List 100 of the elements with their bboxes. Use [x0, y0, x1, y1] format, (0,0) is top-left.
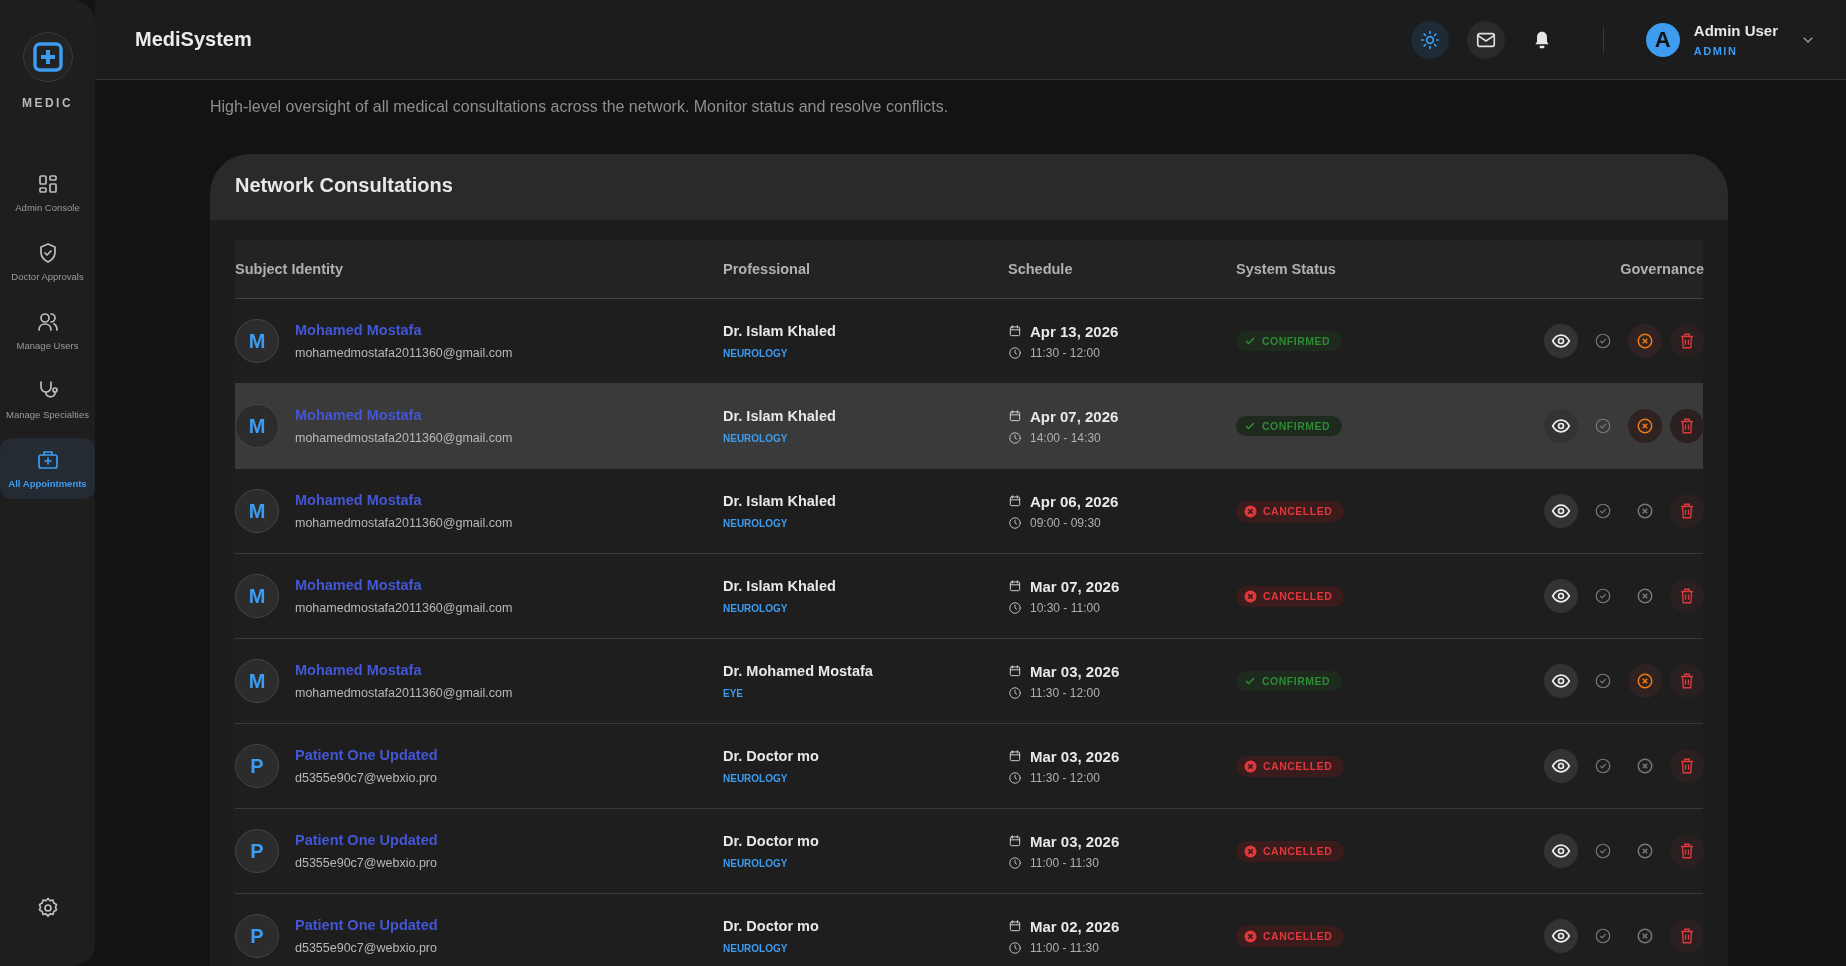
specialty-label: NEUROLOGY: [723, 518, 789, 529]
x-circle-icon: [1636, 672, 1654, 690]
table-row[interactable]: P Patient One Updated d5355e90c7@webxio.pro Dr. Doctor mo NEUROLOGY Mar 03, 2026 11:30 - 12:00 CANCELLED: [235, 724, 1703, 809]
theme-toggle-button[interactable]: [1410, 20, 1449, 59]
calendar-icon: [1008, 919, 1022, 933]
view-button[interactable]: [1544, 324, 1578, 358]
calendar-icon: [1008, 749, 1022, 763]
sidebar-item[interactable]: Manage Specialties: [0, 369, 95, 430]
status-badge: CONFIRMED: [1236, 331, 1343, 351]
appointment-date: Apr 13, 2026: [1030, 322, 1119, 340]
sidebar-item[interactable]: Manage Users: [0, 300, 95, 361]
brand-name: MEDIC: [21, 96, 74, 110]
calendar-icon: [1008, 579, 1022, 593]
delete-button[interactable]: [1670, 324, 1704, 358]
eye-icon: [1551, 586, 1571, 606]
delete-button[interactable]: [1670, 834, 1704, 868]
x-circle-icon: [1636, 332, 1654, 350]
clock-icon: [1008, 430, 1022, 445]
view-button[interactable]: [1544, 919, 1578, 953]
card-title: Network Consultations: [210, 154, 1728, 220]
delete-button[interactable]: [1670, 664, 1704, 698]
patient-avatar: M: [235, 659, 279, 703]
logo-icon: [22, 32, 73, 82]
table-row[interactable]: M Mohamed Mostafa mohamedmostafa2011360@gmail.com Dr. Islam Khaled NEUROLOGY Mar 07, 2026 10:30 - 11:00 CANCELLED: [235, 554, 1703, 639]
doctor-name: Dr. Islam Khaled: [723, 578, 837, 594]
table-row[interactable]: M Mohamed Mostafa mohamedmostafa2011360@gmail.com Dr. Islam Khaled NEUROLOGY Apr 06, 2026 09:00 - 09:30 CANCELLED: [235, 469, 1703, 554]
eye-icon: [1551, 926, 1571, 946]
patient-name: Patient One Updated: [295, 917, 438, 933]
delete-button[interactable]: [1670, 579, 1704, 613]
eye-icon: [1551, 416, 1571, 436]
specialty-label: NEUROLOGY: [723, 858, 789, 869]
cancel-button[interactable]: [1628, 664, 1662, 698]
patient-name: Patient One Updated: [295, 747, 438, 763]
specialty-label: NEUROLOGY: [723, 433, 789, 444]
user-avatar: A: [1645, 22, 1680, 57]
patient-email: d5355e90c7@webxio.pro: [295, 771, 438, 785]
appointment-date: Mar 07, 2026: [1030, 577, 1120, 595]
patient-avatar: P: [235, 914, 279, 958]
table-row[interactable]: P Patient One Updated d5355e90c7@webxio.pro Dr. Doctor mo NEUROLOGY Mar 02, 2026 11:00 - 11:30 CANCELLED: [235, 894, 1703, 966]
trash-icon: [1678, 927, 1696, 945]
patient-email: mohamedmostafa2011360@gmail.com: [295, 516, 513, 530]
doctor-name: Dr. Islam Khaled: [723, 408, 837, 424]
patient-name: Mohamed Mostafa: [295, 577, 423, 593]
patient-name: Mohamed Mostafa: [295, 492, 423, 508]
app-title: MediSystem: [135, 28, 252, 51]
x-circle-icon: [1244, 589, 1257, 603]
delete-button[interactable]: [1670, 749, 1704, 783]
view-button[interactable]: [1544, 834, 1578, 868]
user-name: Admin User: [1693, 22, 1778, 39]
check-circle-icon: [1594, 587, 1612, 605]
x-circle-icon: [1636, 502, 1654, 520]
appointment-time: 09:00 - 09:30: [1030, 515, 1101, 530]
table-row[interactable]: M Mohamed Mostafa mohamedmostafa2011360@gmail.com Dr. Islam Khaled NEUROLOGY Apr 07, 2026 14:00 - 14:30 CONFIRMED: [235, 384, 1703, 469]
table-row[interactable]: M Mohamed Mostafa mohamedmostafa2011360@gmail.com Dr. Mohamed Mostafa EYE Mar 03, 2026 11:30 - 12:00 CONFIRMED: [235, 639, 1703, 724]
doctor-name: Dr. Islam Khaled: [723, 323, 837, 339]
patient-name: Mohamed Mostafa: [295, 662, 423, 678]
sidebar-item[interactable]: Doctor Approvals: [0, 231, 95, 292]
check-circle-icon: [1594, 417, 1612, 435]
appointment-date: Mar 03, 2026: [1030, 662, 1120, 680]
delete-button[interactable]: [1670, 919, 1704, 953]
patient-avatar: M: [235, 574, 279, 618]
medical-kit-icon: [35, 448, 60, 472]
eye-icon: [1551, 501, 1571, 521]
trash-icon: [1678, 757, 1696, 775]
cancel-button[interactable]: [1628, 409, 1662, 443]
specialty-label: NEUROLOGY: [723, 348, 789, 359]
patient-email: mohamedmostafa2011360@gmail.com: [295, 686, 513, 700]
check-circle-icon: [1594, 332, 1612, 350]
appointment-time: 11:30 - 12:00: [1030, 685, 1100, 700]
patient-name: Patient One Updated: [295, 832, 438, 848]
delete-button[interactable]: [1670, 409, 1704, 443]
eye-icon: [1551, 756, 1571, 776]
view-button[interactable]: [1544, 579, 1578, 613]
sidebar-item[interactable]: All Appointments: [0, 438, 95, 499]
clock-icon: [1008, 770, 1022, 785]
trash-icon: [1678, 842, 1696, 860]
appointment-date: Apr 07, 2026: [1030, 407, 1119, 425]
patient-name: Mohamed Mostafa: [295, 322, 423, 338]
sidebar-item[interactable]: Admin Console: [0, 162, 95, 223]
x-circle-icon: [1636, 757, 1654, 775]
appointment-time: 11:00 - 11:30: [1030, 855, 1099, 870]
patient-name: Mohamed Mostafa: [295, 407, 423, 423]
delete-button[interactable]: [1670, 494, 1704, 528]
doctor-name: Dr. Mohamed Mostafa: [723, 663, 874, 679]
table-row[interactable]: P Patient One Updated d5355e90c7@webxio.pro Dr. Doctor mo NEUROLOGY Mar 03, 2026 11:00 - 11:30 CANCELLED: [235, 809, 1703, 894]
view-button[interactable]: [1544, 749, 1578, 783]
cancel-button[interactable]: [1628, 324, 1662, 358]
view-button[interactable]: [1544, 664, 1578, 698]
patient-avatar: M: [235, 404, 279, 448]
patient-email: mohamedmostafa2011360@gmail.com: [295, 346, 513, 360]
view-button[interactable]: [1544, 409, 1578, 443]
appointment-date: Mar 03, 2026: [1030, 832, 1120, 850]
x-circle-icon: [1636, 587, 1654, 605]
appointment-time: 11:30 - 12:00: [1030, 770, 1100, 785]
appointment-time: 11:00 - 11:30: [1030, 940, 1099, 955]
patient-email: d5355e90c7@webxio.pro: [295, 856, 438, 870]
view-button[interactable]: [1544, 494, 1578, 528]
status-badge: CANCELLED: [1236, 925, 1345, 947]
status-badge: CANCELLED: [1236, 755, 1345, 777]
mail-button[interactable]: [1466, 20, 1505, 59]
